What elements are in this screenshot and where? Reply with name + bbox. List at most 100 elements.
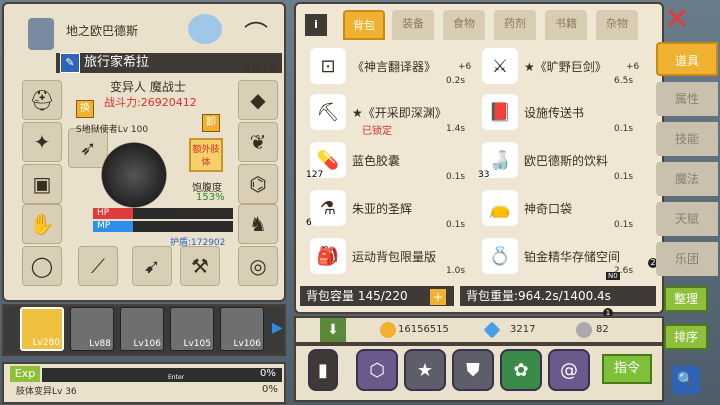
equip-slot-offhand[interactable]: ⟋	[78, 246, 118, 286]
mp-value: 127147/1695	[172, 221, 233, 231]
shield-badge-icon[interactable]: ⛊	[452, 349, 494, 391]
close-button[interactable]: ✕	[664, 5, 690, 35]
guild-emblem-icon	[28, 18, 54, 50]
equip-slot-ring-left[interactable]: ◯	[22, 246, 62, 286]
sword-icon: ⚔	[482, 48, 518, 84]
tube-icon[interactable]: ▮	[308, 349, 338, 391]
side-tab-magic[interactable]: 魔法	[656, 162, 718, 196]
search-icon[interactable]: 🔍	[672, 366, 700, 394]
side-tab-attributes[interactable]: 属性	[656, 82, 718, 116]
tab-equipment[interactable]: 装备	[392, 10, 434, 40]
unequip-button[interactable]: 卸	[202, 114, 220, 132]
device-icon: ⊡	[310, 48, 346, 84]
paw-badge-icon[interactable]: ✿	[500, 349, 542, 391]
item-weight: 0.1s	[614, 124, 634, 134]
swap-button[interactable]: 换	[76, 100, 94, 118]
party-level: Lv280	[32, 338, 60, 348]
item-name: ★《开采即深渊》	[352, 105, 447, 120]
hp-value: 774938/7749	[172, 208, 233, 218]
ring-icon: 💍	[482, 238, 518, 274]
character-class: 变异人 魔战士	[110, 80, 186, 94]
party-level: Lv105	[183, 339, 211, 349]
swirl-badge-icon[interactable]: @	[548, 349, 590, 391]
capsule-icon: 💊 127	[306, 142, 346, 180]
combat-power: 战斗力:26920412	[104, 96, 197, 109]
download-icon[interactable]: ⬇	[320, 318, 346, 342]
backpack-icon: 🎒	[310, 238, 346, 274]
equip-slot-gem[interactable]: ◆	[238, 80, 278, 120]
item-name: 蓝色胶囊	[352, 153, 401, 168]
equip-slot-tool[interactable]: ⚒	[180, 246, 220, 286]
equip-slot-helmet[interactable]: ⛑	[22, 80, 62, 120]
job-percent: 0%	[262, 384, 278, 395]
party-next-arrow-icon[interactable]: ▶	[272, 320, 283, 336]
exp-percent: 0%	[260, 368, 276, 379]
equip-slot-belt[interactable]: ⌬	[238, 164, 278, 204]
mp-label: MP	[97, 221, 111, 231]
side-tab-band[interactable]: 乐团	[656, 242, 718, 276]
item-weight: 1.4s	[446, 124, 466, 134]
enter-label: Enter	[168, 374, 185, 381]
item-name: 运动背包限量版	[352, 249, 437, 264]
hanger-icon[interactable]: ⌒	[236, 14, 276, 48]
equip-slot-cape[interactable]: ❦	[238, 122, 278, 162]
edit-name-icon[interactable]: ✎	[60, 53, 80, 73]
item-name: 神奇口袋	[524, 201, 573, 216]
gold-amount: 16156515	[398, 324, 449, 335]
job-level: 肢体变异Lv 36	[16, 387, 77, 397]
item-weight: 1.0s	[446, 266, 466, 276]
equip-slot-glove[interactable]: ✋	[22, 204, 62, 244]
exp-label: Exp	[10, 366, 40, 382]
item-count: 6	[306, 218, 312, 228]
diamond-amount: 3217	[510, 324, 536, 335]
side-tab-talent[interactable]: 天赋	[656, 202, 718, 236]
party-member[interactable]: Lv106	[120, 307, 164, 351]
tab-books[interactable]: 书籍	[545, 10, 587, 40]
satiety-value: 153%	[196, 192, 225, 203]
tab-misc[interactable]: 杂物	[596, 10, 638, 40]
tab-potion[interactable]: 药剂	[494, 10, 536, 40]
tab-backpack[interactable]: 背包	[343, 10, 385, 40]
character-sprite	[94, 140, 174, 210]
pickaxe-icon: ⛏	[310, 94, 346, 130]
book-icon: 📕	[482, 94, 518, 130]
equip-slot-boots[interactable]: ♞	[238, 204, 278, 244]
token-icon	[576, 322, 592, 338]
exp-bar	[42, 368, 282, 382]
character-origin: 来自山东	[242, 65, 279, 75]
locked-status: 已锁定	[362, 126, 392, 137]
side-tab-skills[interactable]: 技能	[656, 122, 718, 156]
sort-button[interactable]: 整理	[664, 286, 708, 312]
item-name: 铂金精华存储空间	[524, 249, 621, 264]
equip-slot-bow[interactable]: ➹	[132, 246, 172, 286]
star-badge-icon[interactable]: ★	[404, 349, 446, 391]
hex-badge-icon[interactable]: ⬡	[356, 349, 398, 391]
info-button[interactable]: i	[305, 14, 327, 36]
item-count: 127	[306, 170, 324, 180]
side-tab-items[interactable]: 道具	[656, 42, 718, 76]
item-weight: 0.1s	[614, 172, 634, 182]
extra-body-button[interactable]: 额外肢体	[189, 138, 223, 172]
equip-slot-amulet[interactable]: ✦	[22, 122, 62, 162]
token-amount: 82	[596, 324, 609, 335]
bottle-icon: 🍶 33	[478, 142, 518, 180]
party-member[interactable]: Lv88	[70, 307, 114, 351]
party-member[interactable]: Lv105	[170, 307, 214, 351]
item-name: 朱亚的圣辉	[352, 201, 413, 216]
command-button[interactable]: 指令	[602, 354, 652, 384]
item-name: 欧巴德斯的饮料	[524, 153, 609, 168]
item-weight: 6.5s	[614, 76, 634, 86]
order-button[interactable]: 排序	[664, 324, 708, 350]
potion-icon: ⚗ 6	[306, 190, 346, 228]
item-weight: 0.1s	[446, 172, 466, 182]
item-name: 设施传送书	[524, 105, 585, 120]
tab-food[interactable]: 食物	[443, 10, 485, 40]
item-name: 《神言翻译器》	[352, 59, 437, 74]
equip-slot-armor[interactable]: ▣	[22, 164, 62, 204]
expand-capacity-button[interactable]: +	[430, 289, 446, 305]
party-member[interactable]: Lv280	[20, 307, 64, 351]
equip-slot-ring-right[interactable]: ◎	[238, 246, 278, 286]
party-member[interactable]: Lv106	[220, 307, 264, 351]
portal-icon[interactable]	[188, 14, 222, 44]
gold-coin-icon	[380, 322, 396, 338]
